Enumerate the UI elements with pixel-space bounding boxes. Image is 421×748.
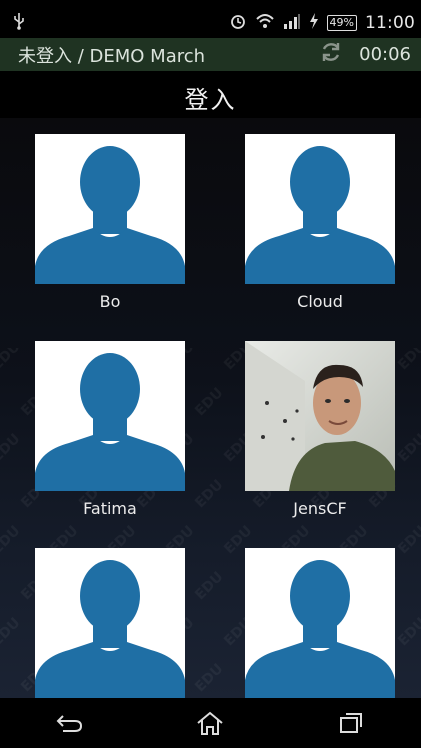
user-silhouette-icon — [245, 560, 395, 698]
user-card-jenscf[interactable]: JensCF — [245, 341, 395, 518]
watermark-text: EDU — [395, 430, 421, 466]
user-card[interactable] — [245, 548, 395, 698]
recents-button[interactable] — [329, 705, 373, 741]
home-button[interactable] — [188, 705, 232, 741]
watermark-text: EDU — [192, 660, 227, 696]
charging-icon — [309, 13, 319, 33]
user-name: Cloud — [297, 292, 343, 311]
page-title: 登入 — [184, 86, 237, 114]
watermark-text: EDU — [192, 384, 227, 420]
user-card-cloud[interactable]: Cloud — [245, 134, 395, 311]
watermark-text: EDU — [0, 348, 24, 374]
system-nav-bar — [0, 698, 421, 748]
avatar[interactable] — [245, 548, 395, 698]
user-silhouette-icon — [35, 560, 185, 698]
user-card-bo[interactable]: Bo — [35, 134, 185, 311]
avatar[interactable] — [35, 341, 185, 491]
watermark-text: EDU — [395, 522, 421, 558]
alarm-icon — [229, 12, 247, 34]
watermark-text: EDU — [395, 348, 421, 374]
refresh-icon[interactable] — [319, 40, 343, 69]
signal-icon — [283, 13, 301, 33]
user-silhouette-icon — [245, 146, 395, 284]
usb-icon — [12, 12, 26, 34]
home-icon — [197, 711, 224, 735]
back-icon — [56, 715, 83, 732]
user-photo — [245, 341, 395, 491]
watermark-text: EDU — [395, 614, 421, 650]
user-grid: EDU EDU EDU EDU EDU EDU EDU EDU EDU EDU EDU EDU EDU E… — [0, 118, 421, 698]
battery-indicator: 49% — [326, 15, 357, 31]
avatar[interactable] — [245, 134, 395, 284]
user-silhouette-icon — [35, 353, 185, 491]
user-name: JensCF — [293, 499, 347, 518]
app-header: 未登入 / DEMO March 00:06 — [0, 38, 421, 71]
back-button[interactable] — [48, 705, 92, 741]
status-time: 11:00 — [365, 13, 415, 33]
login-status-title: 未登入 / DEMO March — [18, 45, 206, 67]
watermark-text: EDU — [192, 476, 227, 512]
watermark-text: EDU — [0, 614, 24, 650]
watermark-text: EDU — [0, 522, 24, 558]
wifi-icon — [255, 12, 275, 34]
user-card-fatima[interactable]: Fatima — [35, 341, 185, 518]
user-card[interactable] — [35, 548, 185, 698]
avatar[interactable] — [35, 134, 185, 284]
status-bar: 49% 11:00 — [0, 8, 421, 38]
avatar[interactable] — [35, 548, 185, 698]
avatar-photo[interactable] — [245, 341, 395, 491]
watermark-text: EDU — [0, 430, 24, 466]
user-name: Fatima — [83, 499, 137, 518]
user-silhouette-icon — [35, 146, 185, 284]
watermark-text: EDU — [192, 568, 227, 604]
session-timer: 00:06 — [359, 44, 411, 65]
user-name: Bo — [99, 292, 121, 311]
recents-icon — [339, 713, 362, 733]
